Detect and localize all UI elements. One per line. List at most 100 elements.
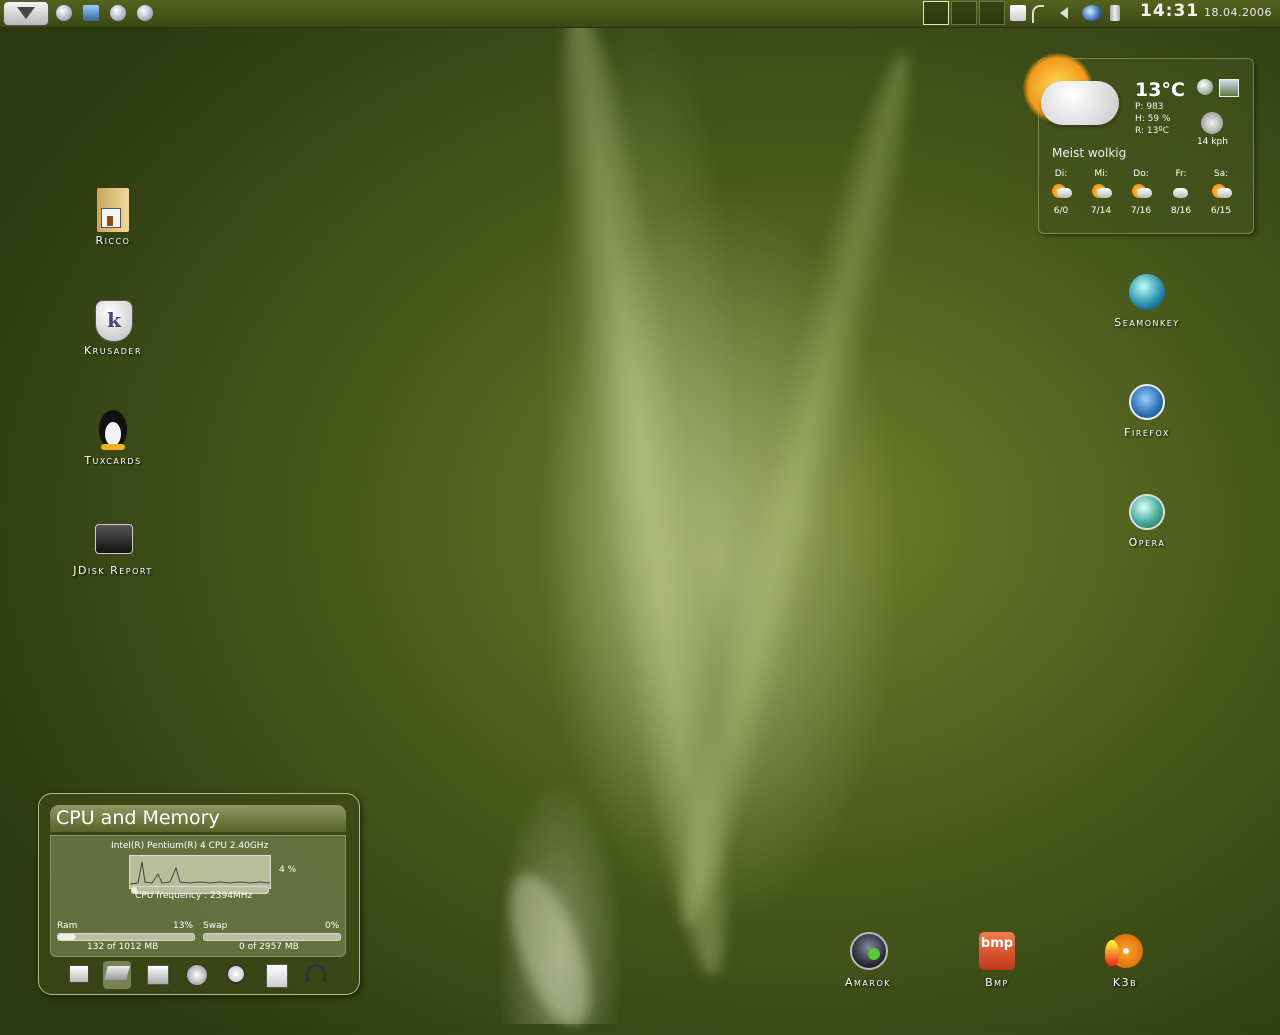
ram-label: Ram [57,921,78,931]
settings-gear-icon[interactable] [56,5,72,21]
pager-desktop-3[interactable] [979,1,1005,25]
cpu-chip-icon[interactable] [103,961,131,989]
top-panel: 14:31 18.04.2006 [0,0,1280,28]
ram-detail: 132 of 1012 MB [87,942,159,952]
forecast-range: 6/0 [1053,206,1069,216]
weather-widget[interactable]: 13°C P: 983 H: 59 % R: 13ºC 14 kph Meist… [1023,53,1254,234]
headset-icon[interactable] [303,961,331,989]
cpu-widget-title: CPU and Memory [56,807,220,829]
forecast-range: 8/16 [1170,206,1192,216]
ram-percent: 13% [173,921,194,931]
krusader-shield-icon: k [93,298,133,342]
desktop-icon-krusader[interactable]: k Krusader [53,298,173,357]
weather-temperature: 13°C [1135,79,1185,101]
weather-wind: 14 kph [1197,137,1228,147]
desktop-icon[interactable] [83,5,99,21]
clock[interactable]: 14:31 [1140,1,1199,21]
weather-pressure: P: 983 [1135,102,1164,112]
pager-desktop-2[interactable] [951,1,977,25]
forecast-day: Mi: 7/14 [1083,169,1119,216]
desktop-icon-label: Opera [1128,536,1166,549]
network-icon[interactable] [183,961,211,989]
desktop-icon-ricco[interactable]: Ricco [53,188,173,247]
hard-disk-icon [93,518,133,562]
cpu-frequency: CPU frequency : 2394MHz [135,891,253,901]
forecast-day: Do: 7/16 [1123,169,1159,216]
firefox-icon [1127,380,1167,424]
forecast-day-label: Do: [1133,169,1149,179]
amarok-icon [848,930,888,974]
cpu-widget-tabs [61,961,341,989]
desktop-icon-amarok[interactable]: Amarok [808,930,928,989]
refresh-icon[interactable] [137,5,153,21]
desktop-icon-label: Amarok [844,976,891,989]
updates-globe-icon[interactable] [1082,5,1102,21]
swap-detail: 0 of 2957 MB [239,942,299,952]
date[interactable]: 18.04.2006 [1204,6,1272,19]
home-folder-icon [93,188,133,232]
weather-real-temp: R: 13ºC [1135,126,1169,136]
forecast-day: Di: 6/0 [1043,169,1079,216]
network-icon[interactable] [110,5,126,21]
cpu-memory-widget[interactable]: CPU and Memory Intel(R) Pentium(R) 4 CPU… [38,793,360,995]
clipboard-icon[interactable] [1010,5,1026,21]
swap-bar [203,933,341,941]
forecast-day-label: Di: [1054,169,1068,179]
desktop-icon-bmp[interactable]: bmp Bmp [937,930,1057,989]
trash-icon[interactable] [1110,5,1120,21]
cpu-graph-line [129,861,271,885]
desktop-icon-opera[interactable]: Opera [1087,490,1207,549]
cloud-rain-icon [1130,182,1152,202]
earth-icon[interactable] [1197,79,1213,95]
sun-cloud-icon [1023,53,1123,137]
forecast-day-label: Sa: [1213,169,1229,179]
calendar-icon[interactable] [263,961,291,989]
kmenu-button[interactable] [3,1,49,26]
volume-icon[interactable] [1056,5,1072,21]
cpu-widget-titlebar[interactable]: CPU and Memory [50,805,346,832]
cpu-usage-graph [129,855,271,889]
alarm-clock-icon[interactable] [223,961,251,989]
partly-cloudy-icon [1050,182,1072,202]
desktop-icon-label: Tuxcards [84,454,142,467]
k3b-disc-icon [1105,930,1145,974]
desktop-icon-tuxcards[interactable]: Tuxcards [53,408,173,467]
desktop-icon-label: Ricco [95,234,131,247]
disk-icon[interactable] [143,961,171,989]
desktop-icon-label: Bmp [985,976,1009,989]
forecast-day-label: Mi: [1094,169,1108,179]
weather-description: Meist wolkig [1052,146,1127,160]
monitor-icon[interactable] [65,961,93,989]
forecast-day: Sa: 6/15 [1203,169,1239,216]
desktop-icon-firefox[interactable]: Firefox [1087,380,1207,439]
cloud-rain-icon [1210,182,1232,202]
partly-cloudy-icon [1090,182,1112,202]
globe-icon [1127,270,1167,314]
desktop-icon-seamonkey[interactable]: Seamonkey [1087,270,1207,329]
forecast-range: 7/14 [1090,206,1112,216]
desktop-icon-label: Seamonkey [1114,316,1180,329]
forecast-day-label: Fr: [1175,169,1187,179]
desktop-icon-k3b[interactable]: K3b [1065,930,1185,989]
desktop-icon-jdisk-report[interactable]: JDisk Report [53,518,173,577]
cpu-widget-body: Intel(R) Pentium(R) 4 CPU 2.40GHz 4 % CP… [50,835,346,957]
forecast-range: 6/15 [1210,206,1232,216]
penguin-icon [93,408,133,452]
photo-icon[interactable] [1219,79,1239,97]
cloud-rain-icon [1170,182,1192,202]
desktop-icon-label: JDisk Report [73,564,153,577]
forecast-range: 7/16 [1130,206,1152,216]
wallpaper-blade [494,864,606,1035]
wind-compass-icon [1201,112,1223,134]
weather-humidity: H: 59 % [1135,114,1171,124]
globe-icon [1127,490,1167,534]
desktop-icon-label: K3b [1112,976,1138,989]
swap-label: Swap [203,921,228,931]
cpu-usage: 4 % [279,865,297,875]
forecast-day: Fr: 8/16 [1163,169,1199,216]
network-tray-icon[interactable] [1032,5,1044,23]
pager-desktop-1[interactable] [923,1,949,25]
wallpaper-blade [652,44,938,936]
bmp-icon: bmp [977,930,1017,974]
desktop-icon-label: Firefox [1124,426,1170,439]
